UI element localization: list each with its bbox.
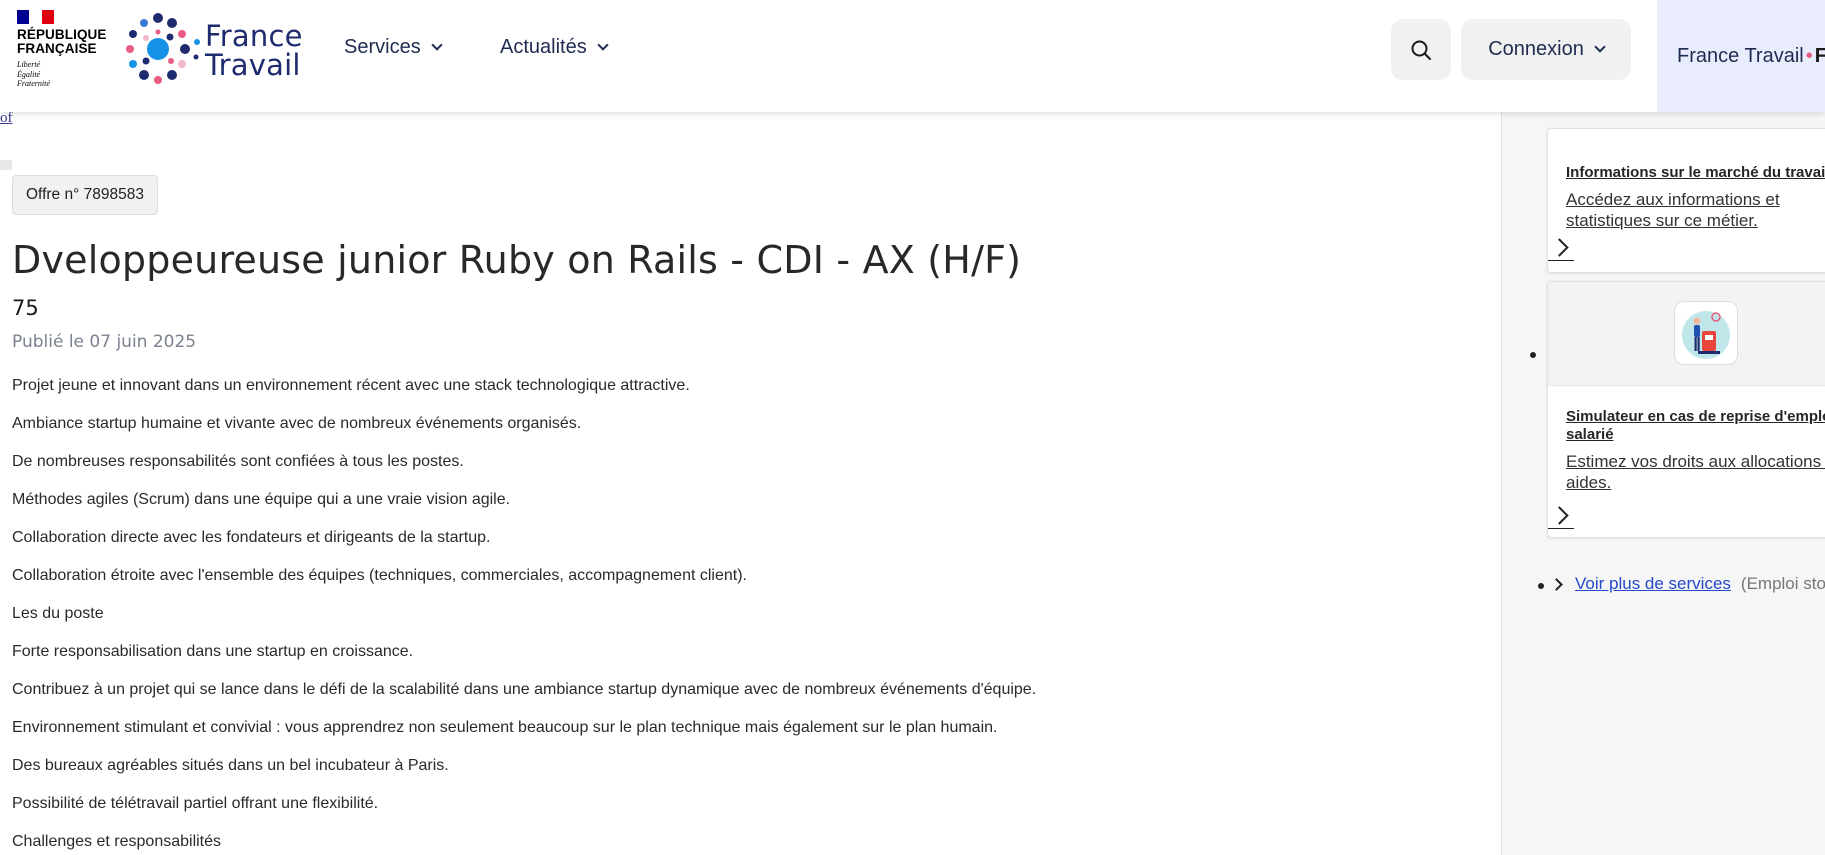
chevron-down-icon [431,39,443,51]
republique-line1: RÉPUBLIQUE [17,27,107,42]
republique-motto: Liberté Égalité Fraternité [17,60,105,89]
description-paragraph: Challenges et responsabilités [12,833,222,850]
job-location: 75 [12,296,39,320]
connexion-label: Connexion [1488,38,1584,60]
list-bullet [1530,352,1536,358]
brand-line1: France [205,19,303,53]
card-description[interactable]: Accédez aux informations et statistiques… [1566,189,1825,231]
list-bullet [1538,583,1544,589]
description-paragraph: Contribuez à un projet qui se lance dans… [12,681,1037,698]
simulator-illustration-icon [1674,301,1738,365]
pro-space-label: France Travail [1677,44,1804,67]
search-icon [1411,40,1431,60]
france-travail-wordmark[interactable]: France Travail [205,22,303,80]
skip-link[interactable]: of [0,110,13,127]
job-description: Projet jeune et innovant dans un environ… [12,376,1492,855]
description-paragraph: Collaboration directe avec les fondateur… [12,529,491,546]
chevron-right-icon [1550,577,1563,591]
description-paragraph: Possibilité de télétravail partiel offra… [12,795,379,812]
description-paragraph: Méthodes agiles (Scrum) dans une équipe … [12,491,511,508]
republique-line2: FRANÇAISE [17,41,97,56]
nav-actualites-label: Actualités [500,36,587,58]
card-image-area [1548,282,1825,386]
publication-date: Publié le 07 juin 2025 [12,332,197,352]
description-paragraph: De nombreuses responsabilités sont confi… [12,453,464,470]
card-title[interactable]: Informations sur le marché du travail [1566,164,1825,182]
description-paragraph: Ambiance startup humaine et vivante avec… [12,415,582,432]
card-title-line2[interactable]: salarié [1566,426,1614,444]
description-paragraph: Forte responsabilisation dans une startu… [12,643,414,660]
service-card-labour-market[interactable]: Informations sur le marché du travail Ac… [1547,128,1825,273]
description-paragraph: Des bureaux agréables situés dans un bel… [12,757,449,774]
more-services-suffix: (Emploi store) [1740,574,1825,593]
card-description[interactable]: Estimez vos droits aux allocations et ai… [1566,451,1825,493]
more-services-link[interactable]: Voir plus de services [1575,574,1731,594]
pro-space-label-suffix: F [1814,44,1825,67]
services-sidebar: Informations sur le marché du travail Ac… [1501,112,1825,855]
motto-liberte: Liberté [17,60,41,69]
marianne-flag-icon [17,10,54,24]
offer-number-badge: Offre n° 7898583 [12,175,158,215]
chevron-right-icon[interactable] [1548,237,1574,261]
motto-egalite: Égalité [17,69,41,79]
description-paragraph: Environnement stimulant et convivial : v… [12,719,998,736]
connexion-button[interactable]: Connexion [1461,19,1631,80]
breadcrumb-divider [0,160,12,170]
job-title: Dveloppeureuse junior Ruby on Rails - CD… [12,238,1022,282]
motto-fraternite: Fraternité [17,79,50,88]
card-title[interactable]: Simulateur en cas de reprise d'emploi [1566,408,1825,426]
nav-services-label: Services [344,36,421,58]
france-travail-logo-icon[interactable] [124,10,204,88]
chevron-down-icon [1594,41,1606,53]
nav-services[interactable]: Services [344,36,443,59]
description-paragraph: Collaboration étroite avec l'ensemble de… [12,567,747,584]
description-paragraph: Projet jeune et innovant dans un environ… [12,377,690,394]
chevron-down-icon [597,39,609,51]
service-card-simulator[interactable]: Simulateur en cas de reprise d'emploi sa… [1547,281,1825,538]
description-paragraph: Les du poste [12,605,104,622]
site-header: RÉPUBLIQUE FRANÇAISE Liberté Égalité Fra… [0,0,1825,112]
chevron-right-icon[interactable] [1548,505,1574,529]
republique-francaise-logo[interactable]: RÉPUBLIQUE FRANÇAISE Liberté Égalité Fra… [17,10,107,90]
search-button[interactable] [1391,19,1451,80]
nav-actualites[interactable]: Actualités [500,36,609,59]
france-travail-pro-link[interactable]: France Travail • F [1657,0,1825,112]
brand-line2: Travail [205,48,301,82]
more-services-item[interactable]: Voir plus de services (Emploi store) [1548,574,1825,594]
pink-dot-icon: • [1805,44,1813,67]
